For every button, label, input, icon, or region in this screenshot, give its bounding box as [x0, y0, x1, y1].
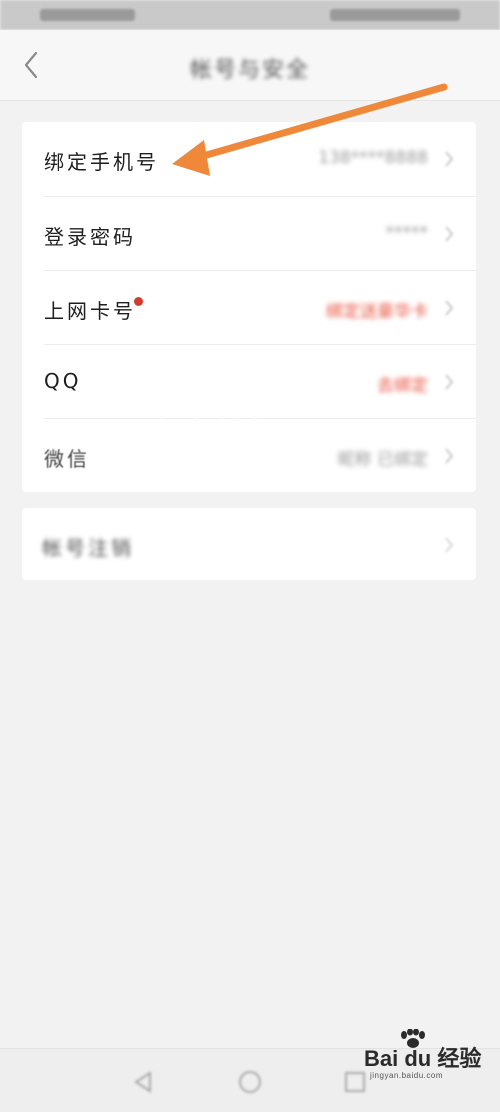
nav-bar: 帐号与安全	[0, 30, 500, 101]
row-value: 去绑定	[377, 376, 428, 396]
chevron-right-icon	[445, 374, 454, 390]
red-dot-badge	[134, 297, 143, 306]
row-account-deactivate[interactable]: 帐号注销	[22, 508, 476, 580]
row-value: 昵称 已绑定	[337, 450, 428, 470]
row-bind-phone[interactable]: 绑定手机号 138****8888	[22, 122, 476, 196]
row-qq[interactable]: QQ 去绑定	[22, 345, 476, 419]
row-label: QQ	[44, 369, 82, 393]
row-value: *****	[385, 223, 429, 243]
row-label: 微信	[44, 447, 90, 471]
nav-home-icon[interactable]	[237, 1069, 263, 1095]
status-bar	[0, 0, 500, 30]
account-settings-card: 绑定手机号 138****8888 登录密码 ***** 上网卡号 绑定送豪华卡…	[22, 122, 476, 492]
row-value: 绑定送豪华卡	[326, 302, 428, 322]
row-label: 登录密码	[44, 225, 136, 249]
page-title: 帐号与安全	[189, 58, 310, 83]
baidu-jingyan-logo: Bai du 经验 jingyan.baidu.com	[364, 1029, 482, 1091]
row-network-card[interactable]: 上网卡号 绑定送豪华卡	[22, 271, 476, 345]
chevron-right-icon	[445, 300, 454, 316]
row-label: 上网卡号	[44, 299, 136, 323]
row-login-password[interactable]: 登录密码 *****	[22, 197, 476, 271]
row-label: 帐号注销	[42, 536, 134, 560]
status-bar-left-info	[40, 9, 135, 21]
row-value: 138****8888	[318, 148, 428, 168]
account-deactivate-card: 帐号注销	[22, 508, 476, 580]
row-label-wrap: 上网卡号	[44, 295, 145, 324]
status-bar-right-info	[330, 9, 460, 21]
chevron-right-icon	[445, 151, 454, 167]
baidu-logo-url: jingyan.baidu.com	[370, 1071, 443, 1080]
chevron-right-icon	[445, 537, 454, 553]
chevron-right-icon	[445, 448, 454, 464]
nav-back-icon[interactable]	[130, 1069, 156, 1095]
chevron-right-icon	[445, 226, 454, 242]
baidu-logo-text: Bai du 经验	[364, 1046, 482, 1071]
row-label: 绑定手机号	[44, 150, 159, 174]
row-wechat[interactable]: 微信 昵称 已绑定	[22, 419, 476, 493]
